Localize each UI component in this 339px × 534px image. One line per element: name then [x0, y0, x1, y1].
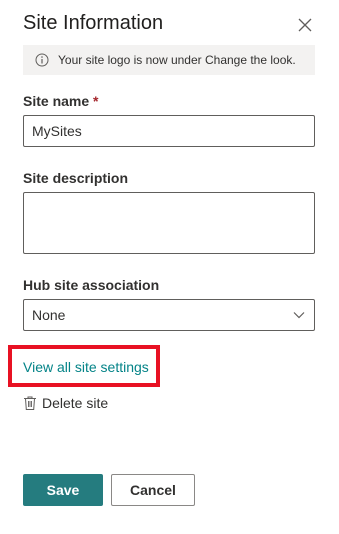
view-all-site-settings-link[interactable]: View all site settings	[23, 359, 149, 375]
required-marker: *	[93, 93, 99, 109]
hub-site-dropdown[interactable]: None	[23, 299, 315, 331]
trash-icon	[24, 396, 36, 410]
cancel-button[interactable]: Cancel	[111, 474, 195, 506]
close-button[interactable]	[296, 16, 314, 34]
close-icon	[298, 18, 312, 32]
site-name-label: Site name *	[23, 93, 98, 109]
delete-site-button[interactable]: Delete site	[23, 395, 108, 411]
hub-site-label: Hub site association	[23, 277, 160, 293]
site-information-panel: Site Information Your site logo is now u…	[0, 0, 339, 534]
info-message-text: Your site logo is now under Change the l…	[58, 53, 296, 67]
site-description-label: Site description	[23, 170, 129, 186]
info-message-bar: Your site logo is now under Change the l…	[23, 45, 315, 75]
site-name-label-text: Site name	[23, 93, 90, 109]
site-description-input[interactable]	[23, 192, 315, 254]
site-name-input[interactable]	[23, 115, 315, 147]
save-button[interactable]: Save	[23, 474, 103, 506]
panel-title: Site Information	[23, 12, 164, 34]
chevron-down-icon	[293, 312, 305, 319]
delete-site-label: Delete site	[42, 395, 109, 411]
hub-site-selected-value: None	[32, 307, 66, 323]
info-icon	[35, 53, 49, 67]
